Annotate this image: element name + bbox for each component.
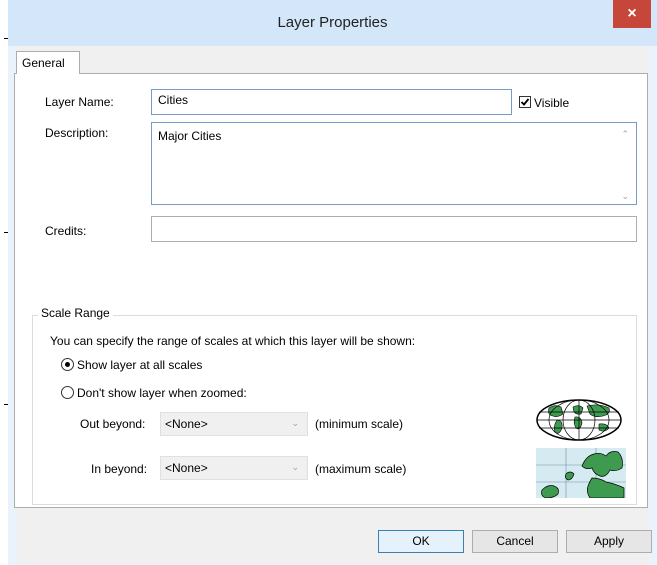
credits-input[interactable]	[151, 216, 637, 242]
layer-name-value: Cities	[158, 93, 189, 107]
ok-button[interactable]: OK	[378, 530, 464, 553]
show-all-scales-label[interactable]: Show layer at all scales	[77, 358, 202, 372]
close-icon: ×	[627, 5, 637, 22]
title-bar: Layer Properties ×	[8, 0, 657, 46]
out-beyond-hint: (minimum scale)	[315, 417, 404, 431]
scale-range-intro: You can specify the range of scales at w…	[50, 334, 416, 348]
chevron-down-icon: ⌄	[291, 462, 299, 472]
scale-range-title: Scale Range	[38, 306, 113, 320]
scroll-up-icon[interactable]: ⌃	[621, 129, 629, 140]
credits-label: Credits:	[45, 224, 87, 238]
visible-checkbox[interactable]	[519, 96, 531, 108]
in-beyond-hint: (maximum scale)	[315, 462, 407, 476]
visible-label: Visible	[534, 96, 570, 110]
in-beyond-value: <None>	[165, 461, 208, 475]
cancel-button[interactable]: Cancel	[472, 530, 558, 553]
layer-name-input[interactable]: Cities	[151, 89, 512, 115]
scroll-down-icon[interactable]: ⌄	[621, 191, 629, 202]
background-edge	[0, 0, 8, 565]
apply-button[interactable]: Apply	[566, 530, 652, 553]
description-textarea[interactable]: Major Cities ⌃ ⌄	[151, 122, 637, 205]
in-beyond-select[interactable]: <None> ⌄	[160, 456, 308, 480]
in-beyond-label: In beyond:	[91, 462, 148, 476]
description-value: Major Cities	[158, 129, 222, 143]
out-beyond-select[interactable]: <None> ⌄	[160, 412, 308, 436]
window-title: Layer Properties	[277, 14, 388, 31]
out-beyond-value: <None>	[165, 417, 208, 431]
dont-show-zoomed-radio[interactable]	[61, 386, 74, 399]
close-button[interactable]: ×	[613, 0, 651, 28]
description-label: Description:	[45, 126, 109, 140]
out-beyond-label: Out beyond:	[80, 417, 146, 431]
show-all-scales-radio[interactable]	[61, 358, 74, 371]
dont-show-zoomed-label[interactable]: Don't show layer when zoomed:	[77, 386, 247, 400]
layer-name-label: Layer Name:	[45, 95, 114, 109]
checkmark-icon	[520, 98, 530, 106]
europe-map-icon	[536, 448, 626, 498]
globe-icon	[536, 399, 622, 441]
chevron-down-icon: ⌄	[291, 418, 299, 428]
tab-general[interactable]: General	[16, 51, 80, 74]
